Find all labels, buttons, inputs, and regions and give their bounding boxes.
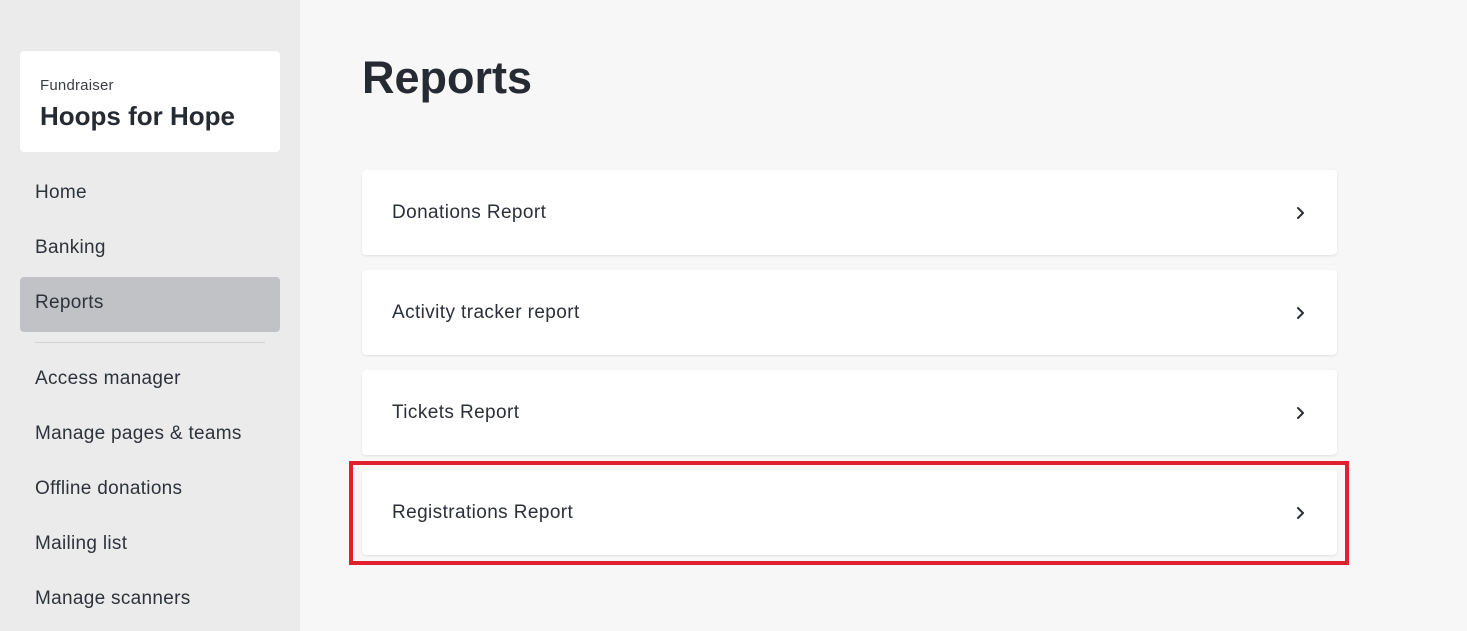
sidebar-item-label: Banking [35,237,106,258]
org-label: Fundraiser [40,77,114,94]
sidebar-item-mailing-list[interactable]: Mailing list [20,518,280,573]
page-title: Reports [362,52,533,103]
chevron-right-icon [1297,407,1304,419]
report-label: Registrations Report [392,502,574,523]
report-card-tickets[interactable]: Tickets Report [362,370,1337,455]
sidebar-item-label: Reports [35,292,104,313]
report-label: Donations Report [392,202,547,223]
sidebar-item-banking[interactable]: Banking [20,222,280,277]
sidebar-item-access-manager[interactable]: Access manager [20,353,280,408]
org-card: Fundraiser Hoops for Hope [20,51,280,152]
report-card-registrations[interactable]: Registrations Report [362,470,1337,555]
report-card-activity-tracker[interactable]: Activity tracker report [362,270,1337,355]
org-name: Hoops for Hope [40,101,235,131]
report-label: Activity tracker report [392,302,580,323]
sidebar-item-offline-donations[interactable]: Offline donations [20,463,280,518]
sidebar-item-label: Mailing list [35,533,128,554]
chevron-right-icon [1297,507,1304,519]
sidebar-item-label: Access manager [35,368,181,389]
sidebar-item-reports[interactable]: Reports [20,277,280,332]
sidebar-item-label: Manage pages & teams [35,423,242,444]
chevron-right-icon [1297,307,1304,319]
sidebar-item-home[interactable]: Home [20,167,280,222]
chevron-right-icon [1297,207,1304,219]
sidebar-item-label: Manage scanners [35,588,191,609]
sidebar-item-manage-scanners[interactable]: Manage scanners [20,573,280,628]
sidebar: Fundraiser Hoops for Hope Home Banking R… [0,0,300,631]
sidebar-item-label: Home [35,182,87,203]
sidebar-item-label: Offline donations [35,478,183,499]
report-label: Tickets Report [392,402,520,423]
sidebar-item-manage-pages-teams[interactable]: Manage pages & teams [20,408,280,463]
report-card-donations[interactable]: Donations Report [362,170,1337,255]
sidebar-divider [35,342,265,343]
